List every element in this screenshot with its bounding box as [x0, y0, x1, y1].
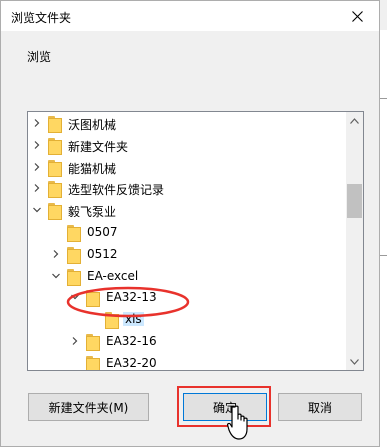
collapsed-chevron-icon[interactable]: [51, 249, 61, 259]
scroll-down-button[interactable]: [346, 353, 363, 370]
expanded-chevron-icon[interactable]: [70, 292, 80, 302]
collapsed-chevron-icon[interactable]: [32, 118, 42, 128]
tree-item-label: 能猫机械: [68, 161, 117, 176]
tree-item[interactable]: 新建文件夹: [28, 135, 344, 157]
folder-icon: [86, 334, 100, 351]
scroll-up-button[interactable]: [346, 112, 363, 129]
background-line: [380, 255, 387, 256]
tree-item-label: 0512: [87, 246, 118, 261]
close-button[interactable]: [335, 1, 379, 31]
chevron-down-icon: [350, 358, 359, 365]
tree-item-label: 新建文件夹: [68, 139, 129, 154]
tree-item[interactable]: 能猫机械: [28, 157, 344, 179]
folder-icon: [67, 246, 81, 264]
section-label: 浏览: [27, 50, 52, 64]
folder-icon: [86, 290, 100, 308]
collapsed-chevron-icon[interactable]: [70, 336, 80, 346]
dialog-title: 浏览文件夹: [11, 11, 72, 25]
hand-cursor-icon: [226, 405, 248, 440]
tree-item[interactable]: 0512: [28, 244, 344, 266]
folder-icon: [48, 181, 62, 199]
tree-item[interactable]: EA32-20: [28, 353, 344, 370]
folder-icon: [48, 159, 62, 177]
tree-item-label: 沃图机械: [68, 118, 117, 132]
collapsed-chevron-icon[interactable]: [32, 162, 42, 172]
new-folder-button[interactable]: 新建文件夹(M): [28, 393, 149, 421]
browse-folder-dialog: 浏览文件夹 浏览 沃图机械新建文件夹能猫机械选型软件反馈记录 毅飞泵业 0507 05…: [0, 0, 380, 447]
tree-item-label: EA32-13: [106, 290, 157, 305]
tree-item[interactable]: 选型软件反馈记录: [28, 178, 344, 200]
collapsed-chevron-icon[interactable]: [32, 183, 42, 193]
title-bar: 浏览文件夹: [1, 1, 379, 31]
tree-item[interactable]: 毅飞泵业: [28, 200, 344, 222]
tree-item-label: 毅飞泵业: [68, 205, 117, 220]
folder-icon: [48, 203, 62, 221]
tree-item[interactable]: EA32-16: [28, 331, 344, 353]
cancel-button[interactable]: 取消: [278, 393, 362, 421]
tree-item[interactable]: EA32-13: [28, 287, 344, 309]
tree-item[interactable]: 沃图机械: [28, 113, 344, 135]
collapsed-chevron-icon[interactable]: [32, 140, 42, 150]
folder-icon: [86, 355, 100, 370]
tree-item[interactable]: 0507: [28, 222, 344, 244]
expanded-chevron-icon[interactable]: [32, 205, 42, 215]
expanded-chevron-icon[interactable]: [51, 271, 61, 281]
scrollbar-thumb[interactable]: [347, 184, 362, 218]
tree-item[interactable]: xls: [28, 309, 344, 331]
tree-item-label: 选型软件反馈记录: [68, 183, 165, 198]
tree-item-label: EA32-20: [106, 355, 157, 370]
folder-icon: [67, 225, 81, 242]
tree-item-label: 0507: [87, 225, 118, 239]
folder-icon: [67, 268, 81, 286]
tree-item[interactable]: EA-excel: [28, 266, 344, 288]
folder-tree[interactable]: 沃图机械新建文件夹能猫机械选型软件反馈记录 毅飞泵业 0507 0512 EA-exce…: [27, 111, 364, 371]
tree-item-label: xls: [123, 312, 144, 327]
folder-icon: [48, 137, 62, 155]
chevron-up-icon: [350, 117, 359, 124]
background-line: [380, 98, 387, 99]
folder-icon: [48, 116, 62, 133]
folder-icon: [105, 312, 119, 330]
tree-item-label: EA32-16: [106, 334, 157, 348]
tree-item-label: EA-excel: [87, 268, 139, 283]
close-icon: [351, 10, 363, 22]
vertical-scrollbar[interactable]: [346, 112, 363, 370]
